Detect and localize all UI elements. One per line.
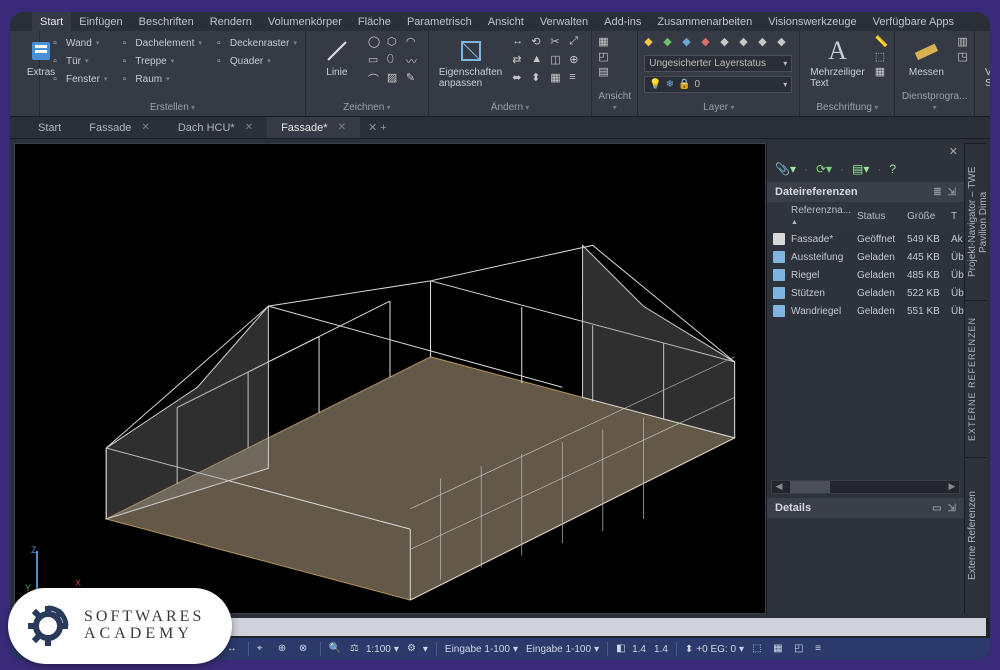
fenster-button[interactable]: ▫Fenster ▾ xyxy=(46,71,109,87)
view-icon-1[interactable]: ▦ xyxy=(598,35,608,48)
palette-title: Dateireferenzen xyxy=(775,186,858,198)
ribbon: Extras . ▫Wand ▾▫Tür ▾▫Fenster ▾ ▫Dachel… xyxy=(10,31,990,117)
sidetab-xref-caps[interactable]: EXTERNE REFERENZEN xyxy=(965,300,986,457)
svg-text:X: X xyxy=(75,578,81,588)
linie-button[interactable]: Linie xyxy=(312,35,362,80)
gear-icon xyxy=(28,602,76,650)
table-row[interactable]: StützenGeladen522 KBÜb xyxy=(767,284,964,302)
watermark-badge: SOFTWARES ACADEMY xyxy=(8,588,232,664)
menu-tab-zusammenarbeiten[interactable]: Zusammenarbeiten xyxy=(649,12,760,31)
menu-tab-add-ins[interactable]: Add-ins xyxy=(596,12,649,31)
file-tabs: StartFassade✕Dach HCU*✕Fassade*✕✕ + xyxy=(10,117,990,139)
menu-tab-ansicht[interactable]: Ansicht xyxy=(480,12,532,31)
view-icon-3[interactable]: ▤ xyxy=(598,65,608,78)
palette-close-icon[interactable]: ✕ xyxy=(767,143,964,158)
group-schnitt: Vertikaler Schnitt Schnitt und Ansicht xyxy=(975,31,990,116)
sidetab-navigator[interactable]: Projekt-Navigator – TWE Pavilion Dima xyxy=(965,143,986,300)
refresh-icon[interactable]: ⟳▾ xyxy=(816,162,832,176)
menu-tab-verwalten[interactable]: Verwalten xyxy=(532,12,596,31)
menu-tab-beschriften[interactable]: Beschriften xyxy=(131,12,202,31)
file-tab[interactable]: Start xyxy=(24,117,75,138)
dach-button[interactable]: ▫Dachelement ▾ xyxy=(115,35,203,51)
quader-button[interactable]: ▫Quader ▾ xyxy=(210,53,299,69)
table-row[interactable]: WandriegelGeladen551 KBÜb xyxy=(767,302,964,320)
menu-tab-rendern[interactable]: Rendern xyxy=(202,12,260,31)
file-tab[interactable]: Fassade✕ xyxy=(75,117,164,138)
group-layer: ◆◆ ◆◆ ◆◆◆◆ Ungesicherter Layerstatus 💡❄🔒… xyxy=(638,31,800,116)
file-tab[interactable]: Fassade*✕ xyxy=(267,117,360,138)
view-icon-2[interactable]: ◰ xyxy=(598,50,608,63)
menu-tab-visionswerkzeuge[interactable]: Visionswerkzeuge xyxy=(760,12,864,31)
menu-tab-start[interactable]: Start xyxy=(32,12,71,31)
close-icon[interactable]: ✕ xyxy=(338,122,346,133)
table-row[interactable]: RiegelGeladen485 KBÜb xyxy=(767,266,964,284)
help-icon[interactable]: ? xyxy=(889,162,896,176)
layer-select[interactable]: 💡❄🔒 0 xyxy=(644,76,792,93)
attach-icon[interactable]: 📎▾ xyxy=(775,162,796,176)
refs-scrollbar[interactable]: ◀▶ xyxy=(771,480,960,494)
model-3d xyxy=(15,144,765,620)
details-title: Details xyxy=(775,502,811,514)
eigenschaften-button[interactable]: Eigenschaften anpassen xyxy=(435,35,506,91)
mtext-button[interactable]: A Mehrzeiliger Text xyxy=(806,35,868,91)
group-aendern: Eigenschaften anpassen ↔⟲✂⤢ ⇄▲◫⊕ ⬌⬍▦≡ Än… xyxy=(429,31,592,116)
treppe-button[interactable]: ▫Treppe ▾ xyxy=(115,53,203,69)
menu-bar: StartEinfügenBeschriftenRendernVolumenkö… xyxy=(10,12,990,31)
table-row[interactable]: Fassade*Geöffnet549 KBAk xyxy=(767,230,964,248)
group-erstellen: ▫Wand ▾ ▫Tür ▾ ▫Fenster ▾ ▫Dachelement ▾ ▫T… xyxy=(40,31,306,116)
group-dienst: Messen ▥◳ Dienstprogra... xyxy=(895,31,974,116)
group-beschriftung: A Mehrzeiliger Text 📏 ⬚ ▦ Beschriftung xyxy=(800,31,895,116)
viewport[interactable]: X Z Y xyxy=(14,143,766,614)
palette-xrefs: ✕ 📎▾ · ⟳▾ · ▤▾ · ? Dateireferenzen ≣⇲ Re… xyxy=(766,143,964,614)
vschnitt-button[interactable]: Vertikaler Schnitt xyxy=(981,35,990,91)
menu-tab-parametrisch[interactable]: Parametrisch xyxy=(399,12,480,31)
menu-tab-fläche[interactable]: Fläche xyxy=(350,12,399,31)
sidetab-xref[interactable]: Externe Referenzen xyxy=(965,457,986,614)
menu-tab-verfügbare apps[interactable]: Verfügbare Apps xyxy=(865,12,962,31)
side-tabs: Projekt-Navigator – TWE Pavilion Dima EX… xyxy=(964,143,986,614)
close-icon[interactable]: ✕ xyxy=(245,122,253,133)
group-ansicht: ▦ ◰ ▤ Ansicht xyxy=(592,31,638,116)
close-icon[interactable]: ✕ xyxy=(141,122,149,133)
tuer-button[interactable]: ▫Tür ▾ xyxy=(46,53,109,69)
raum-button[interactable]: ▫Raum ▾ xyxy=(115,71,203,87)
file-tab[interactable]: Dach HCU*✕ xyxy=(164,117,267,138)
svg-text:Z: Z xyxy=(31,545,37,555)
list-icon[interactable]: ▤▾ xyxy=(852,162,869,176)
group-zeichnen: Linie ◯⬡◠ ▭⬯〰 ⌒▨✎ Zeichnen xyxy=(306,31,429,116)
new-tab-button[interactable]: ✕ + xyxy=(360,117,395,138)
wand-button[interactable]: ▫Wand ▾ xyxy=(46,35,109,51)
menu-tab-volumenkörper[interactable]: Volumenkörper xyxy=(260,12,350,31)
layer-status[interactable]: Ungesicherter Layerstatus xyxy=(644,55,792,72)
refs-header[interactable]: Referenzna... Status Größe T xyxy=(767,202,964,230)
messen-button[interactable]: Messen xyxy=(901,35,951,80)
decke-button[interactable]: ▫Deckenraster ▾ xyxy=(210,35,299,51)
table-row[interactable]: AussteifungGeladen445 KBÜb xyxy=(767,248,964,266)
scale[interactable]: ⚖1:100 ▾ xyxy=(350,643,399,656)
menu-tab-einfügen[interactable]: Einfügen xyxy=(71,12,130,31)
